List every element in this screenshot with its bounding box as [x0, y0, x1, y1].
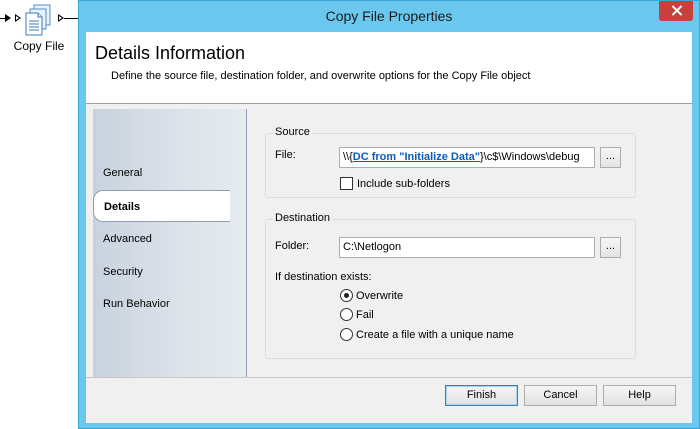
- fail-radio[interactable]: [340, 308, 353, 321]
- help-button[interactable]: Help: [603, 385, 676, 406]
- close-button[interactable]: [659, 1, 693, 21]
- document-icon[interactable]: [25, 4, 53, 36]
- page-description: Define the source file, destination fold…: [111, 70, 531, 82]
- file-value-suffix: }\c$\Windows\debug: [479, 151, 580, 163]
- overwrite-label[interactable]: Overwrite: [356, 290, 403, 302]
- overwrite-radio[interactable]: [340, 289, 353, 302]
- folder-label: Folder:: [275, 240, 310, 252]
- include-subfolders-checkbox[interactable]: [340, 177, 353, 190]
- close-icon: [671, 5, 682, 16]
- destination-legend: Destination: [273, 212, 333, 224]
- file-browse-button[interactable]: ...: [600, 147, 621, 168]
- node-label: Copy File: [13, 39, 65, 53]
- unique-name-label[interactable]: Create a file with a unique name: [356, 329, 514, 341]
- file-value-prefix: \\{: [343, 151, 353, 163]
- cancel-button[interactable]: Cancel: [524, 385, 597, 406]
- page-title: Details Information: [95, 43, 246, 63]
- nav-item-details[interactable]: Details: [93, 190, 230, 222]
- dialog-footer: Finish Cancel Help: [86, 377, 692, 423]
- incoming-arrow-icon: [5, 14, 11, 22]
- folder-input[interactable]: C:\Netlogon: [339, 237, 595, 258]
- copy-file-node[interactable]: Copy File: [0, 0, 80, 70]
- window-title: Copy File Properties: [325, 8, 453, 24]
- if-destination-exists-label: If destination exists:: [275, 271, 372, 283]
- header-panel: Details Information Define the source fi…: [86, 32, 692, 104]
- nav-item-general[interactable]: General: [93, 157, 230, 189]
- fail-label[interactable]: Fail: [356, 309, 374, 321]
- nav-item-advanced[interactable]: Advanced: [93, 223, 230, 255]
- dialog-client-area: Details Information Define the source fi…: [86, 32, 692, 423]
- source-group: Source File: \\{DC from "Initialize Data…: [265, 126, 636, 198]
- nav-item-run-behavior[interactable]: Run Behavior: [93, 288, 230, 320]
- nav-item-security[interactable]: Security: [93, 256, 230, 288]
- destination-group: Destination Folder: C:\Netlogon ... If d…: [265, 212, 636, 359]
- unique-name-radio[interactable]: [340, 328, 353, 341]
- include-subfolders-label[interactable]: Include sub-folders: [357, 178, 450, 190]
- file-label: File:: [275, 149, 296, 161]
- copy-file-properties-dialog: Copy File Properties Details Information…: [78, 0, 700, 429]
- nav-panel: General Details Advanced Security Run Be…: [93, 109, 247, 377]
- details-content: Source File: \\{DC from "Initialize Data…: [247, 109, 692, 377]
- input-port-icon[interactable]: [15, 14, 21, 22]
- finish-button[interactable]: Finish: [445, 385, 518, 406]
- folder-browse-button[interactable]: ...: [600, 237, 621, 258]
- file-variable-link[interactable]: DC from "Initialize Data": [353, 151, 480, 163]
- file-input[interactable]: \\{DC from "Initialize Data"}\c$\Windows…: [339, 147, 595, 168]
- source-legend: Source: [273, 126, 312, 138]
- title-bar[interactable]: Copy File Properties: [79, 1, 699, 32]
